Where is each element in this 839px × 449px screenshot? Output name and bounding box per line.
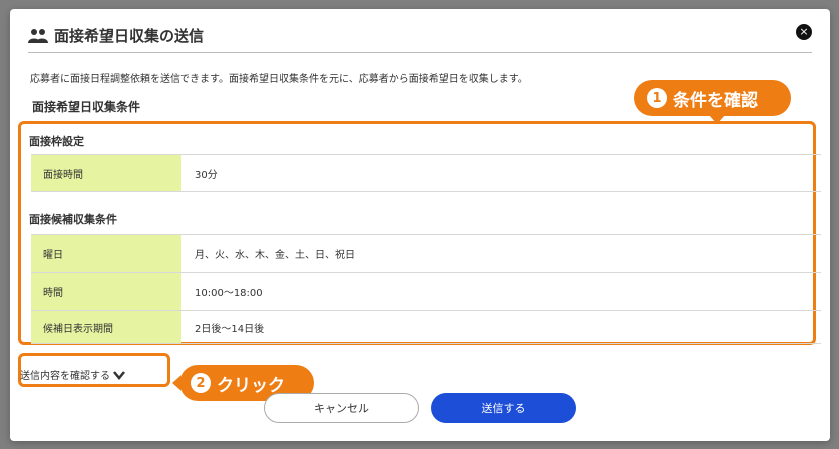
conditions-highlight-box: 面接枠設定 面接時間 30分 面接候補収集条件 曜日 月、火、水、木、金、土、日… <box>18 121 821 345</box>
table-row: 曜日 月、火、水、木、金、土、日、祝日 <box>31 234 821 272</box>
step2-number: 2 <box>191 373 211 393</box>
section-title: 面接希望日収集条件 <box>32 100 141 114</box>
close-icon[interactable]: × <box>796 24 812 40</box>
row-value: 月、火、水、木、金、土、日、祝日 <box>195 250 355 261</box>
step1-number: 1 <box>647 88 667 108</box>
modal-header: 面接希望日収集の送信 <box>28 25 204 46</box>
table-row: 面接時間 30分 <box>31 154 821 192</box>
row-label: 曜日 <box>31 235 181 272</box>
row-label: 面接時間 <box>31 155 181 191</box>
step1-text: 条件を確認 <box>673 90 758 111</box>
table-row: 時間 10:00〜18:00 <box>31 272 821 310</box>
row-value: 30分 <box>195 169 218 181</box>
row-label: 候補日表示期間 <box>31 311 181 343</box>
row-label: 時間 <box>31 273 181 310</box>
row-value: 10:00〜18:00 <box>195 288 263 299</box>
interview-request-modal: 面接希望日収集の送信 × 応募者に面接日程調整依頼を送信できます。面接希望日収集… <box>10 9 830 441</box>
step1-callout: 1 条件を確認 <box>634 80 791 124</box>
confirm-link-label: 送信内容を確認する <box>20 371 110 382</box>
step2-text: クリック <box>217 375 285 396</box>
cancel-button[interactable]: キャンセル <box>264 393 419 423</box>
row-value: 2日後〜14日後 <box>195 323 265 335</box>
chevron-down-icon <box>113 370 125 380</box>
frame-settings-heading: 面接枠設定 <box>29 135 84 148</box>
table-row: 候補日表示期間 2日後〜14日後 <box>31 310 821 344</box>
modal-title: 面接希望日収集の送信 <box>54 27 205 45</box>
confirm-content-toggle[interactable]: 送信内容を確認する <box>20 367 125 382</box>
modal-description: 応募者に面接日程調整依頼を送信できます。面接希望日収集条件を元に、応募者から面接… <box>30 74 528 85</box>
title-divider <box>28 52 812 53</box>
send-button[interactable]: 送信する <box>431 393 576 423</box>
users-icon <box>28 28 48 43</box>
candidate-conditions-heading: 面接候補収集条件 <box>29 213 117 226</box>
